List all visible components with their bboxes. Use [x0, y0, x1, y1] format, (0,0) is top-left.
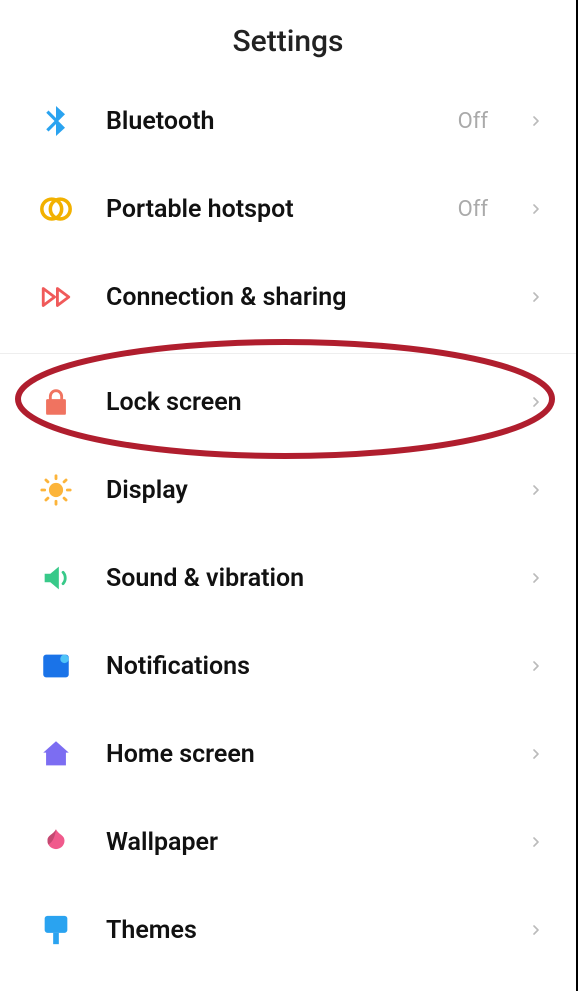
page-header: Settings	[0, 0, 576, 77]
group-divider	[0, 353, 576, 354]
connection-icon	[36, 277, 76, 317]
hotspot-icon	[36, 189, 76, 229]
chevron-right-icon	[528, 289, 544, 305]
settings-item-wallpaper[interactable]: Wallpaper	[0, 798, 576, 886]
notification-icon	[36, 646, 76, 686]
chevron-right-icon	[528, 482, 544, 498]
settings-item-label: Lock screen	[106, 388, 498, 417]
page-title: Settings	[0, 24, 576, 59]
settings-item-label: Sound & vibration	[106, 564, 498, 593]
settings-item-bluetooth[interactable]: Bluetooth Off	[0, 77, 576, 165]
settings-list: Bluetooth Off Portable hotspot Off Conne…	[0, 77, 576, 974]
settings-item-label: Bluetooth	[106, 107, 428, 136]
sound-icon	[36, 558, 76, 598]
settings-item-lockscreen[interactable]: Lock screen	[0, 358, 576, 446]
chevron-right-icon	[528, 834, 544, 850]
settings-item-hotspot[interactable]: Portable hotspot Off	[0, 165, 576, 253]
sun-icon	[36, 470, 76, 510]
settings-item-label: Portable hotspot	[106, 195, 428, 224]
settings-item-label: Display	[106, 476, 498, 505]
bluetooth-icon	[36, 101, 76, 141]
chevron-right-icon	[528, 570, 544, 586]
settings-item-label: Home screen	[106, 740, 498, 769]
settings-item-value: Off	[458, 109, 488, 134]
settings-item-sound[interactable]: Sound & vibration	[0, 534, 576, 622]
settings-item-label: Notifications	[106, 652, 498, 681]
settings-item-label: Connection & sharing	[106, 283, 498, 312]
settings-item-label: Themes	[106, 916, 498, 945]
settings-item-display[interactable]: Display	[0, 446, 576, 534]
wallpaper-icon	[36, 822, 76, 862]
chevron-right-icon	[528, 922, 544, 938]
settings-item-connection[interactable]: Connection & sharing	[0, 253, 576, 341]
chevron-right-icon	[528, 201, 544, 217]
settings-item-homescreen[interactable]: Home screen	[0, 710, 576, 798]
settings-item-value: Off	[458, 197, 488, 222]
chevron-right-icon	[528, 746, 544, 762]
home-icon	[36, 734, 76, 774]
settings-item-label: Wallpaper	[106, 828, 498, 857]
settings-item-themes[interactable]: Themes	[0, 886, 576, 974]
chevron-right-icon	[528, 658, 544, 674]
lock-icon	[36, 382, 76, 422]
themes-icon	[36, 910, 76, 950]
settings-item-notifications[interactable]: Notifications	[0, 622, 576, 710]
chevron-right-icon	[528, 394, 544, 410]
chevron-right-icon	[528, 113, 544, 129]
